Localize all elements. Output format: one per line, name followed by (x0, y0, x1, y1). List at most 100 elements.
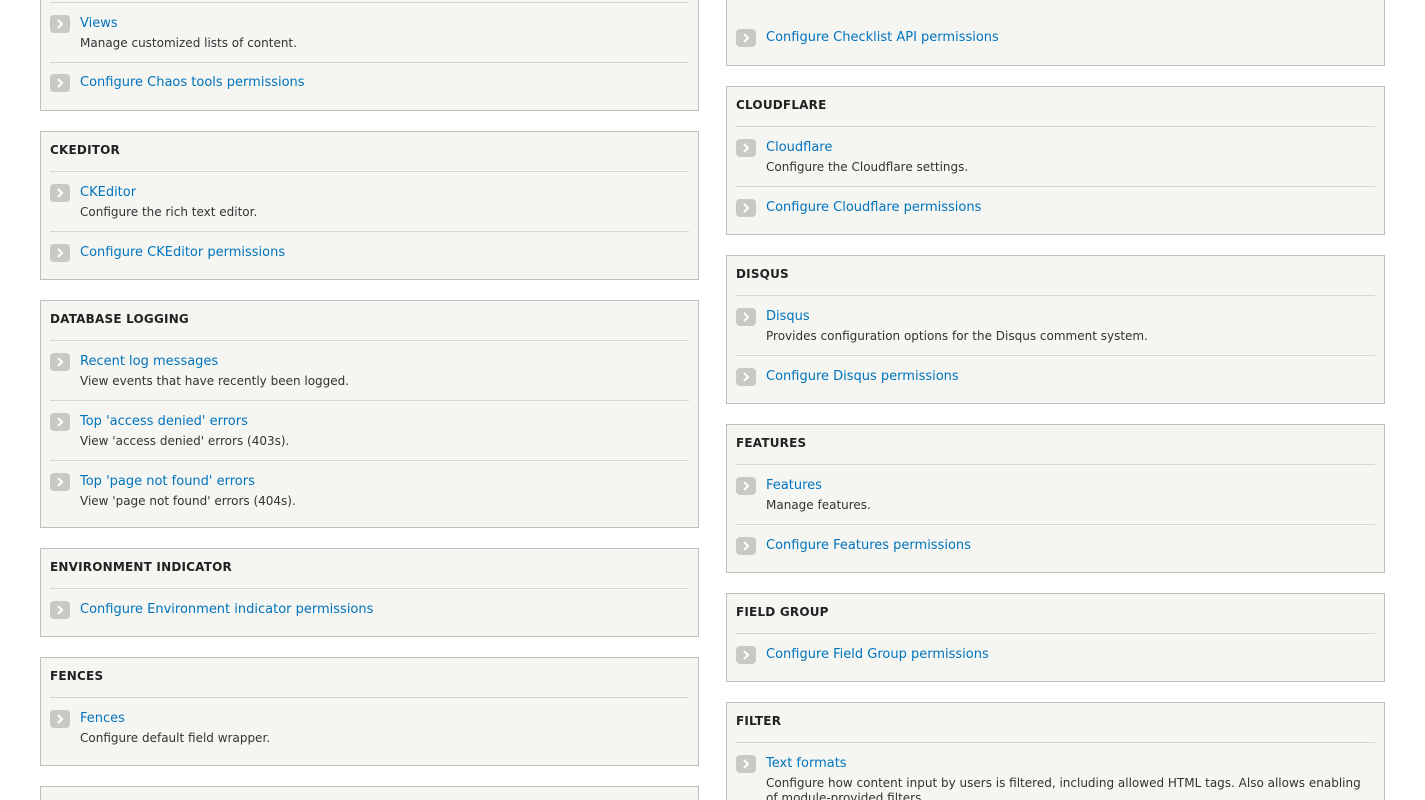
panel-ckeditor: CKEDITOR CKEditor Configure the rich tex… (40, 131, 699, 280)
item-description: View 'page not found' errors (404s). (80, 494, 296, 508)
chevron-right-icon (50, 184, 70, 202)
panel-divider (50, 171, 689, 172)
panel-title: DATABASE LOGGING (50, 312, 189, 326)
panel-field-group: FIELD GROUP Configure Field Group permis… (726, 593, 1385, 682)
panel-fences: FENCES Fences Configure default field wr… (40, 657, 699, 766)
chevron-right-icon (736, 755, 756, 773)
panel-features: FEATURES Features Manage features. Confi… (726, 424, 1385, 573)
chevron-right-icon (736, 29, 756, 47)
item-divider (736, 355, 1375, 356)
item-divider (50, 231, 689, 232)
admin-item[interactable]: Configure Chaos tools permissions (50, 73, 689, 110)
panel-cloudflare: CLOUDFLARE Cloudflare Configure the Clou… (726, 86, 1385, 235)
panel-chaos-tools: Views Manage customized lists of content… (40, 0, 699, 111)
panel-divider (736, 633, 1375, 634)
item-link[interactable]: Disqus (766, 309, 810, 324)
item-divider (736, 524, 1375, 525)
item-link[interactable]: Configure Features permissions (766, 538, 971, 553)
item-link[interactable]: Configure Disqus permissions (766, 369, 959, 384)
item-link[interactable]: Configure Chaos tools permissions (80, 75, 305, 90)
admin-item[interactable]: Views Manage customized lists of content… (50, 14, 689, 54)
panel-database-logging: DATABASE LOGGING Recent log messages Vie… (40, 300, 699, 528)
panel-divider (50, 588, 689, 589)
item-link[interactable]: Configure Field Group permissions (766, 647, 989, 662)
item-link[interactable]: Fences (80, 711, 125, 726)
item-description: Configure how content input by users is … (766, 776, 1361, 800)
item-description: Manage features. (766, 498, 871, 512)
item-divider (50, 62, 689, 63)
panel-title: ENVIRONMENT INDICATOR (50, 560, 232, 574)
panel-filter: FILTER Text formats Configure how conten… (726, 702, 1385, 800)
panel-divider (50, 340, 689, 341)
panel-divider (736, 464, 1375, 465)
panel-divider (50, 697, 689, 698)
chevron-right-icon (50, 413, 70, 431)
admin-item[interactable]: Configure Disqus permissions (736, 367, 1375, 403)
panel-next (40, 786, 699, 800)
chevron-right-icon (50, 710, 70, 728)
item-link[interactable]: Top 'access denied' errors (80, 414, 248, 429)
admin-item[interactable]: Configure CKEditor permissions (50, 243, 689, 279)
panel-divider (736, 742, 1375, 743)
chevron-right-icon (736, 368, 756, 386)
admin-item[interactable]: Disqus Provides configuration options fo… (736, 307, 1375, 347)
panel-divider (736, 126, 1375, 127)
item-description: Manage customized lists of content. (80, 36, 297, 50)
panel-title: CLOUDFLARE (736, 98, 827, 112)
panel-title: CKEDITOR (50, 143, 120, 157)
admin-item[interactable]: Configure Cloudflare permissions (736, 198, 1375, 234)
chevron-right-icon (50, 15, 70, 33)
admin-item[interactable]: Cloudflare Configure the Cloudflare sett… (736, 138, 1375, 178)
item-description: Configure the rich text editor. (80, 205, 258, 219)
item-description: Configure default field wrapper. (80, 731, 271, 745)
chevron-right-icon (50, 601, 70, 619)
panel-title: FENCES (50, 669, 104, 683)
item-link[interactable]: Features (766, 478, 822, 493)
item-description: Provides configuration options for the D… (766, 329, 1148, 343)
item-description: View events that have recently been logg… (80, 374, 350, 388)
panel-title: DISQUS (736, 267, 789, 281)
item-link[interactable]: Views (80, 16, 118, 31)
chevron-right-icon (736, 646, 756, 664)
item-description: View 'access denied' errors (403s). (80, 434, 290, 448)
item-description: Configure the Cloudflare settings. (766, 160, 969, 174)
item-link[interactable]: Configure Cloudflare permissions (766, 200, 981, 215)
item-divider (50, 400, 689, 401)
admin-item[interactable]: Top 'page not found' errors View 'page n… (50, 472, 689, 512)
item-link[interactable]: Text formats (766, 756, 847, 771)
admin-item[interactable]: Configure Checklist API permissions (736, 28, 1375, 65)
chevron-right-icon (736, 139, 756, 157)
admin-item[interactable]: Features Manage features. (736, 476, 1375, 516)
chevron-right-icon (736, 308, 756, 326)
chevron-right-icon (50, 74, 70, 92)
admin-item[interactable]: CKEditor Configure the rich text editor. (50, 183, 689, 223)
admin-item[interactable]: Configure Field Group permissions (736, 645, 1375, 681)
chevron-right-icon (50, 353, 70, 371)
admin-item[interactable]: Configure Features permissions (736, 536, 1375, 572)
panel-divider (736, 295, 1375, 296)
panel-checklist-api: Configure Checklist API permissions (726, 0, 1385, 66)
admin-item[interactable]: Top 'access denied' errors View 'access … (50, 412, 689, 452)
item-link[interactable]: CKEditor (80, 185, 136, 200)
item-link[interactable]: Recent log messages (80, 354, 218, 369)
admin-item[interactable]: Configure Environment indicator permissi… (50, 600, 689, 636)
panel-divider (50, 2, 689, 3)
item-link[interactable]: Configure Checklist API permissions (766, 30, 999, 45)
panel-title: FIELD GROUP (736, 605, 829, 619)
chevron-right-icon (736, 199, 756, 217)
chevron-right-icon (50, 473, 70, 491)
panel-disqus: DISQUS Disqus Provides configuration opt… (726, 255, 1385, 404)
admin-item[interactable]: Text formats Configure how content input… (736, 754, 1375, 800)
admin-item[interactable]: Fences Configure default field wrapper. (50, 709, 689, 749)
chevron-right-icon (50, 244, 70, 262)
admin-item[interactable]: Recent log messages View events that hav… (50, 352, 689, 392)
item-link[interactable]: Configure Environment indicator permissi… (80, 602, 373, 617)
item-link[interactable]: Cloudflare (766, 140, 832, 155)
panel-title: FEATURES (736, 436, 807, 450)
chevron-right-icon (736, 477, 756, 495)
item-link[interactable]: Top 'page not found' errors (80, 474, 255, 489)
chevron-right-icon (736, 537, 756, 555)
item-link[interactable]: Configure CKEditor permissions (80, 245, 285, 260)
panel-environment-indicator: ENVIRONMENT INDICATOR Configure Environm… (40, 548, 699, 637)
panel-title: FILTER (736, 714, 782, 728)
